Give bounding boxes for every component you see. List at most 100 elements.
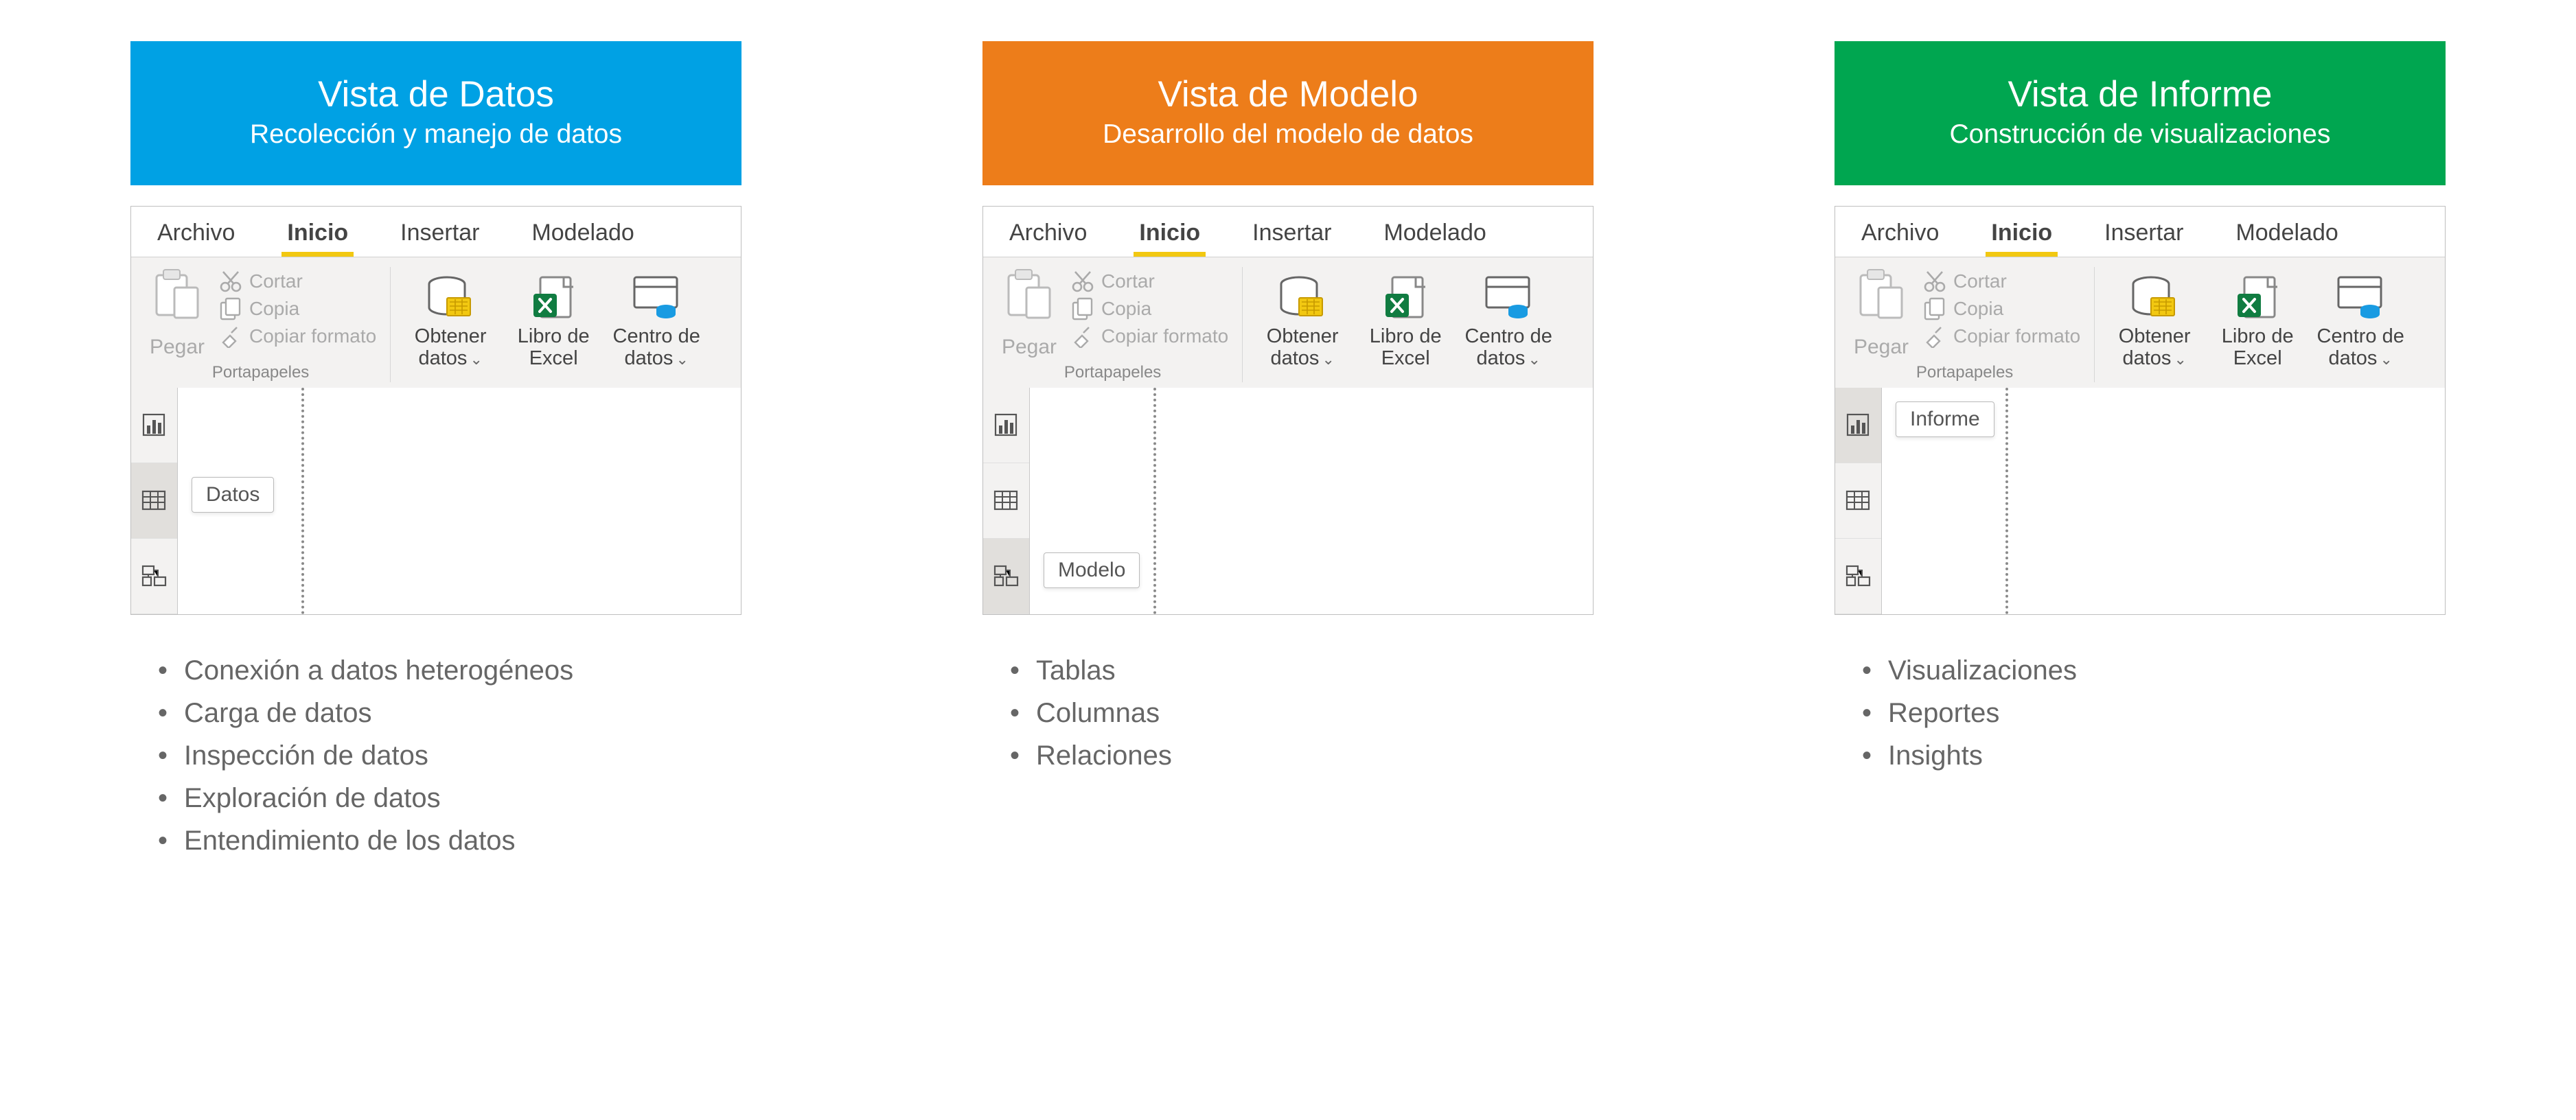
data-center-button[interactable]: Centro de datos⌄ [2309, 267, 2412, 370]
copy-icon [219, 297, 242, 320]
data-center-button[interactable]: Centro de datos⌄ [605, 267, 708, 370]
database-icon [424, 271, 476, 323]
bullet-list: TablasColumnasRelaciones [982, 649, 1594, 777]
view-switcher [131, 388, 178, 614]
copy-format-button[interactable]: Copiar formato [219, 325, 376, 348]
excel-icon [527, 271, 579, 323]
tab-inicio[interactable]: Inicio [1965, 207, 2078, 257]
copy-icon [1071, 297, 1094, 320]
tab-inicio[interactable]: Inicio [1113, 207, 1226, 257]
group-label: Portapapeles [1916, 363, 2013, 382]
data-center-button[interactable]: Centro de datos⌄ [1457, 267, 1560, 370]
header-subtitle: Recolección y manejo de datos [250, 119, 622, 151]
view-area: Datos [131, 388, 741, 614]
bar-chart-icon [993, 412, 1020, 438]
brush-icon [219, 325, 242, 348]
paste-label: Pegar [150, 336, 205, 359]
view-report-button[interactable] [1835, 388, 1881, 463]
scissors-icon [219, 270, 242, 293]
group-clipboard: Pegar Cortar Copia [983, 267, 1243, 382]
tab-insertar[interactable]: Insertar [2078, 207, 2209, 257]
canvas: Modelo [1030, 388, 1593, 614]
cut-button[interactable]: Cortar [1071, 270, 1228, 293]
data-center-icon [630, 271, 682, 323]
header-subtitle: Desarrollo del modelo de datos [1103, 119, 1473, 151]
view-area: Informe [1835, 388, 2445, 614]
guide-line [2005, 388, 2008, 614]
view-model-button[interactable] [983, 539, 1029, 614]
view-data-button[interactable] [1835, 463, 1881, 539]
column: Vista de Informe Construcción de visuali… [1835, 41, 2446, 862]
get-data-button[interactable]: Obtener datos⌄ [1251, 267, 1354, 370]
get-data-button[interactable]: Obtener datos⌄ [2103, 267, 2206, 370]
group-clipboard: Pegar Cortar Copia [1835, 267, 2095, 382]
tab-archivo[interactable]: Archivo [131, 207, 261, 257]
view-tooltip: Informe [1896, 401, 1994, 437]
tab-archivo[interactable]: Archivo [983, 207, 1113, 257]
view-data-button[interactable] [131, 463, 177, 539]
header-subtitle: Construcción de visualizaciones [1950, 119, 2331, 151]
paste-icon [1855, 268, 1907, 334]
guide-line [301, 388, 304, 614]
tab-archivo[interactable]: Archivo [1835, 207, 1965, 257]
bullet-item: Conexión a datos heterogéneos [158, 649, 741, 692]
view-tooltip: Modelo [1044, 552, 1140, 588]
copy-button[interactable]: Copia [1071, 297, 1228, 320]
table-icon [993, 488, 1020, 513]
excel-book-button[interactable]: Libro de Excel [1354, 267, 1457, 370]
bullet-item: Visualizaciones [1862, 649, 2446, 692]
copy-format-button[interactable]: Copiar formato [1923, 325, 2080, 348]
ribbon-tabs: ArchivoInicioInsertarModelado [983, 207, 1593, 257]
copy-button[interactable]: Copia [1923, 297, 2080, 320]
model-icon [1845, 563, 1872, 588]
paste-button[interactable]: Pegar [139, 267, 215, 359]
tab-insertar[interactable]: Insertar [374, 207, 505, 257]
column: Vista de Datos Recolección y manejo de d… [130, 41, 741, 862]
paste-icon [151, 268, 203, 334]
bullet-item: Reportes [1862, 692, 2446, 734]
view-report-button[interactable] [131, 388, 177, 463]
tab-inicio[interactable]: Inicio [261, 207, 374, 257]
model-icon [993, 563, 1020, 588]
bullet-list: Conexión a datos heterogéneosCarga de da… [130, 649, 741, 862]
ribbon-body: Pegar Cortar Copia [1835, 257, 2445, 388]
canvas: Datos [178, 388, 741, 614]
view-report-button[interactable] [983, 388, 1029, 463]
excel-icon [2231, 271, 2284, 323]
excel-book-button[interactable]: Libro de Excel [2206, 267, 2309, 370]
diagram-root: Vista de Datos Recolección y manejo de d… [130, 41, 2446, 862]
powerbi-ribbon: ArchivoInicioInsertarModelado Pegar [130, 206, 741, 615]
cut-button[interactable]: Cortar [1923, 270, 2080, 293]
copy-button[interactable]: Copia [219, 297, 376, 320]
excel-icon [1379, 271, 1431, 323]
excel-book-button[interactable]: Libro de Excel [502, 267, 605, 370]
data-center-icon [2334, 271, 2387, 323]
view-model-button[interactable] [1835, 539, 1881, 614]
table-icon [141, 488, 168, 513]
view-area: Modelo [983, 388, 1593, 614]
database-icon [1276, 271, 1329, 323]
bar-chart-icon [141, 412, 168, 438]
tab-modelado[interactable]: Modelado [505, 207, 660, 257]
chevron-down-icon: ⌄ [1528, 351, 1540, 368]
model-icon [141, 563, 168, 588]
cut-button[interactable]: Cortar [219, 270, 376, 293]
data-center-icon [1482, 271, 1534, 323]
guide-line [1153, 388, 1156, 614]
tab-modelado[interactable]: Modelado [1357, 207, 1512, 257]
tab-modelado[interactable]: Modelado [2209, 207, 2364, 257]
get-data-button[interactable]: Obtener datos⌄ [399, 267, 502, 370]
copy-icon [1923, 297, 1946, 320]
tab-insertar[interactable]: Insertar [1226, 207, 1357, 257]
view-model-button[interactable] [131, 539, 177, 614]
view-data-button[interactable] [983, 463, 1029, 539]
ribbon-tabs: ArchivoInicioInsertarModelado [131, 207, 741, 257]
paste-button[interactable]: Pegar [1843, 267, 1919, 359]
copy-format-button[interactable]: Copiar formato [1071, 325, 1228, 348]
paste-button[interactable]: Pegar [991, 267, 1067, 359]
paste-label: Pegar [1854, 336, 1909, 359]
scissors-icon [1923, 270, 1946, 293]
paste-icon [1003, 268, 1055, 334]
ribbon-body: Pegar Cortar Copia [131, 257, 741, 388]
paste-label: Pegar [1002, 336, 1057, 359]
